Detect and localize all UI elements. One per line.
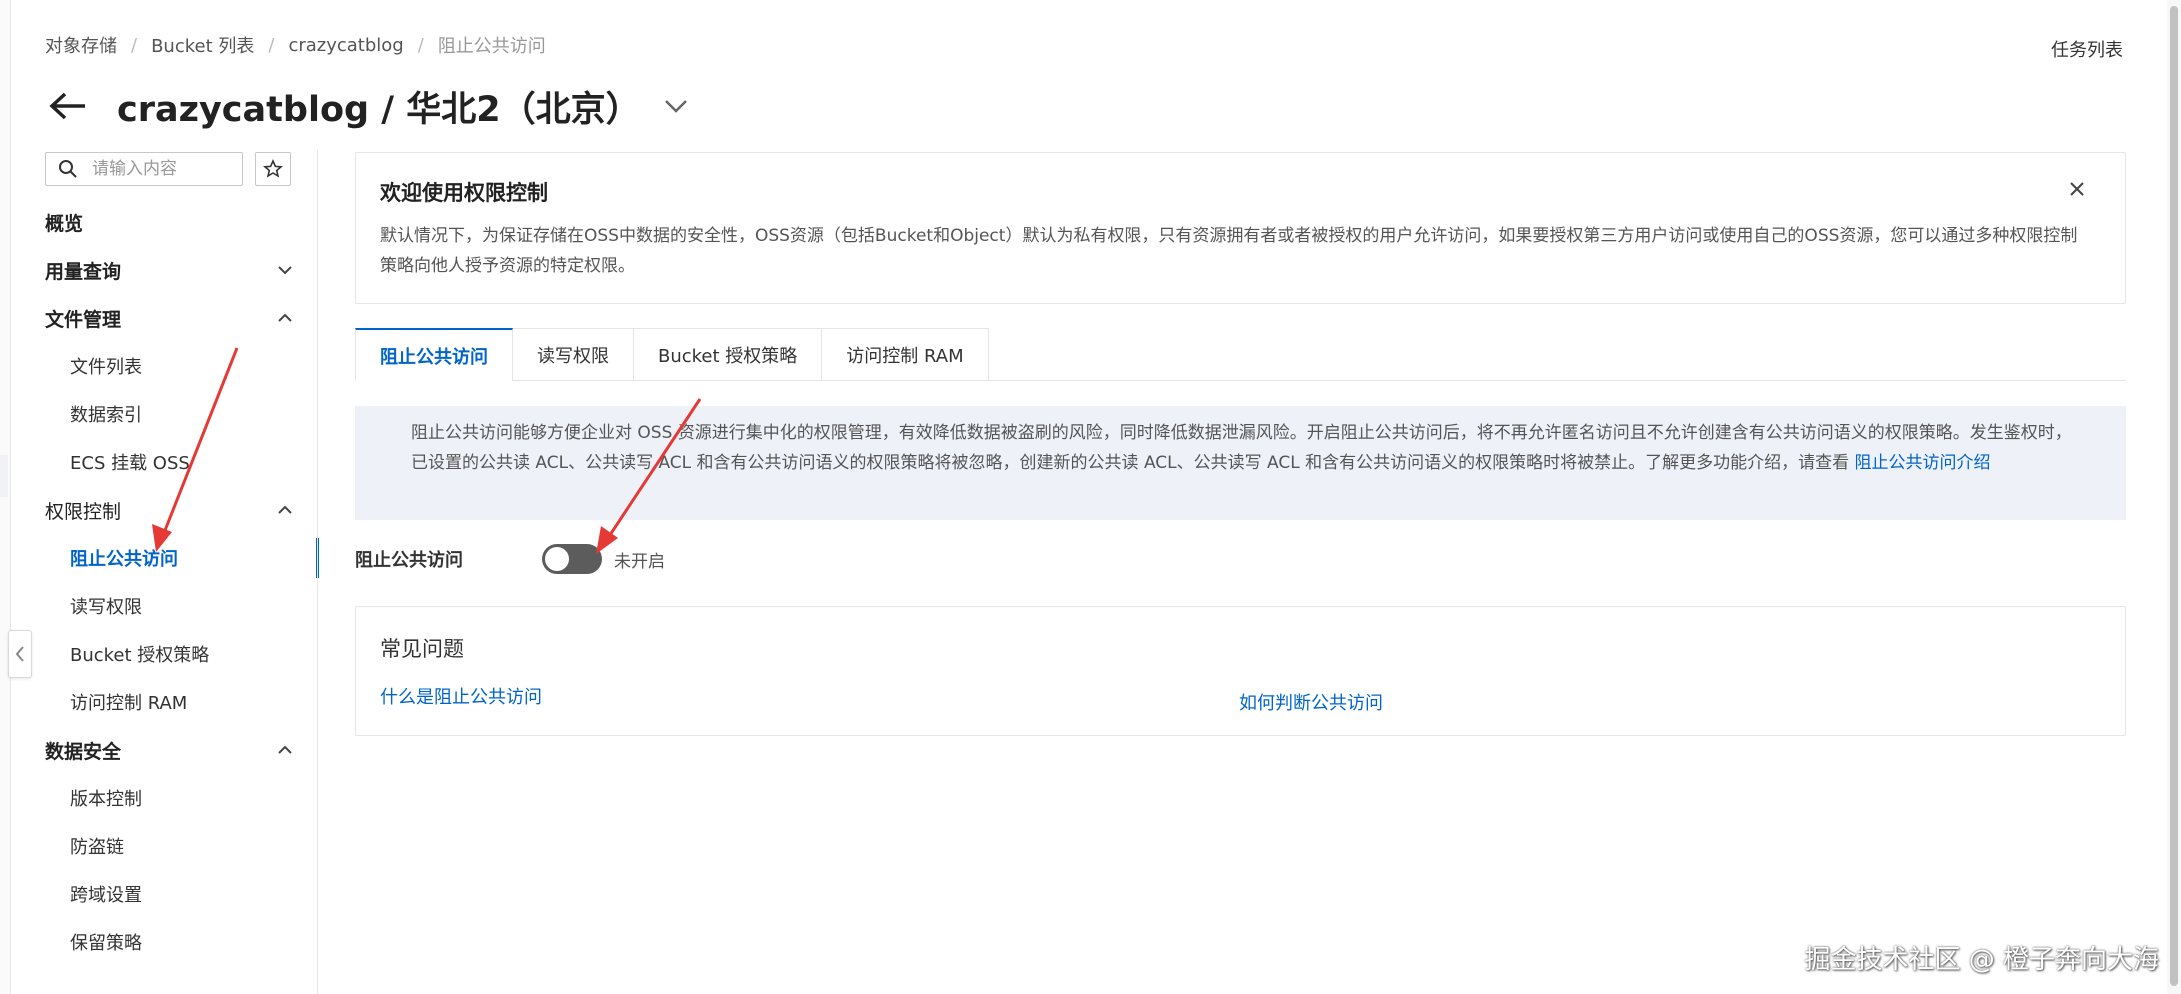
title-row: crazycatblog / 华北2（北京） xyxy=(48,78,689,134)
info-notice: 阻止公共访问能够方便企业对 OSS 资源进行集中化的权限管理，有效降低数据被盗刷… xyxy=(355,406,2126,520)
chevron-up-icon xyxy=(278,313,292,322)
sidebar-group-label: 用量查询 xyxy=(45,260,122,283)
tab-bar: 阻止公共访问 读写权限 Bucket 授权策略 访问控制 RAM xyxy=(355,328,2126,381)
breadcrumb-item[interactable]: crazycatblog xyxy=(288,35,403,56)
tab-ram[interactable]: 访问控制 RAM xyxy=(821,328,989,380)
main-content: 欢迎使用权限控制 默认情况下，为保证存储在OSS中数据的安全性，OSS资源（包括… xyxy=(355,152,2126,736)
sidebar-item-label: 数据索引 xyxy=(70,405,142,426)
sidebar-item-label: 读写权限 xyxy=(70,597,142,618)
faq-link[interactable]: 如何判断公共访问 xyxy=(1239,689,1383,715)
toggle-knob xyxy=(545,547,569,571)
sidebar-item-data-index[interactable]: 数据索引 xyxy=(45,390,295,438)
block-public-access-toggle[interactable] xyxy=(542,544,602,574)
sidebar-group-data-security[interactable]: 数据安全 xyxy=(45,726,295,774)
sidebar-nav: 概览 用量查询 文件管理 文件列表 数据索引 ECS 挂载 OSS 权限控制 阻… xyxy=(45,198,319,966)
breadcrumb-separator: / xyxy=(131,34,138,56)
back-button[interactable] xyxy=(48,84,92,128)
chevron-up-icon xyxy=(278,745,292,754)
close-welcome-button[interactable] xyxy=(2069,181,2085,201)
welcome-description: 默认情况下，为保证存储在OSS中数据的安全性，OSS资源（包括Bucket和Ob… xyxy=(380,226,2078,276)
breadcrumb-separator: / xyxy=(417,34,424,56)
sidebar-item-block-public-access[interactable]: 阻止公共访问 xyxy=(45,534,319,582)
left-edge-bar xyxy=(0,0,11,994)
faq-title: 常见问题 xyxy=(380,637,464,661)
breadcrumb: 对象存储 / Bucket 列表 / crazycatblog / 阻止公共访问 xyxy=(45,32,546,58)
sidebar-item-ram[interactable]: 访问控制 RAM xyxy=(45,678,295,726)
sidebar-divider xyxy=(317,150,318,994)
sidebar-item-file-list[interactable]: 文件列表 xyxy=(45,342,295,390)
sidebar-item-cors[interactable]: 跨域设置 xyxy=(45,870,295,918)
sidebar-item-hotlink-protection[interactable]: 防盗链 xyxy=(45,822,295,870)
sidebar-group-file-management[interactable]: 文件管理 xyxy=(45,294,295,342)
favorite-button[interactable] xyxy=(255,152,291,186)
page-scrollbar[interactable] xyxy=(2167,0,2181,994)
sidebar-item-label: 访问控制 RAM xyxy=(70,693,188,714)
chevron-down-icon xyxy=(278,266,292,275)
sidebar-item-ecs-mount[interactable]: ECS 挂载 OSS xyxy=(45,438,295,486)
sidebar-item-label: 概览 xyxy=(45,212,84,235)
tab-bucket-policy[interactable]: Bucket 授权策略 xyxy=(633,328,823,380)
breadcrumb-item[interactable]: Bucket 列表 xyxy=(151,32,254,58)
task-list-link[interactable]: 任务列表 xyxy=(2051,36,2123,62)
notice-link[interactable]: 阻止公共访问介绍 xyxy=(1855,453,1991,473)
bucket-switcher-dropdown[interactable] xyxy=(663,98,689,114)
sidebar-item-label: 阻止公共访问 xyxy=(70,549,178,570)
chevron-left-icon xyxy=(15,646,24,662)
close-icon xyxy=(2070,182,2084,196)
sidebar-item-versioning[interactable]: 版本控制 xyxy=(45,774,295,822)
notice-text: 阻止公共访问能够方便企业对 OSS 资源进行集中化的权限管理，有效降低数据被盗刷… xyxy=(411,423,2072,473)
sidebar-group-label: 文件管理 xyxy=(45,308,122,331)
toggle-status: 未开启 xyxy=(614,551,665,572)
star-icon xyxy=(263,159,283,178)
left-edge-marker xyxy=(0,455,8,497)
breadcrumb-item[interactable]: 对象存储 xyxy=(45,32,117,58)
sidebar-item-retention-policy[interactable]: 保留策略 xyxy=(45,918,295,966)
sidebar-group-usage[interactable]: 用量查询 xyxy=(45,246,295,294)
sidebar-group-access-control[interactable]: 权限控制 xyxy=(45,486,295,534)
chevron-up-icon xyxy=(278,505,292,514)
breadcrumb-separator: / xyxy=(268,34,275,56)
chevron-down-icon xyxy=(664,100,687,113)
arrow-left-icon xyxy=(49,92,85,120)
tab-block-public-access[interactable]: 阻止公共访问 xyxy=(355,328,513,381)
scrollbar-thumb[interactable] xyxy=(2170,6,2178,986)
sidebar-search-row xyxy=(45,150,295,188)
collapse-sidebar-button[interactable] xyxy=(8,630,32,678)
sidebar-search-box[interactable] xyxy=(45,152,243,186)
welcome-title: 欢迎使用权限控制 xyxy=(380,181,548,205)
sidebar-item-overview[interactable]: 概览 xyxy=(45,198,295,246)
sidebar-item-read-write-acl[interactable]: 读写权限 xyxy=(45,582,295,630)
sidebar-search-input[interactable] xyxy=(90,158,234,180)
toggle-label: 阻止公共访问 xyxy=(355,550,463,571)
sidebar-group-label: 数据安全 xyxy=(45,740,122,763)
sidebar-group-label: 权限控制 xyxy=(45,500,122,523)
sidebar-item-label: Bucket 授权策略 xyxy=(70,645,210,666)
tab-read-write-acl[interactable]: 读写权限 xyxy=(512,328,634,380)
sidebar-item-label: 防盗链 xyxy=(70,837,124,858)
sidebar-item-label: 版本控制 xyxy=(70,789,142,810)
breadcrumb-current: 阻止公共访问 xyxy=(437,36,546,57)
watermark: 掘金技术社区 @ 橙子奔向大海 xyxy=(1804,945,2159,975)
faq-link[interactable]: 什么是阻止公共访问 xyxy=(380,683,542,709)
faq-links: 什么是阻止公共访问 如何判断公共访问 xyxy=(380,683,2101,714)
block-public-access-setting: 阻止公共访问 未开启 xyxy=(355,538,2126,580)
faq-panel: 常见问题 什么是阻止公共访问 如何判断公共访问 xyxy=(355,606,2126,736)
page-title: crazycatblog / 华北2（北京） xyxy=(117,89,641,130)
search-icon xyxy=(59,160,77,178)
sidebar-item-bucket-policy[interactable]: Bucket 授权策略 xyxy=(45,630,295,678)
welcome-panel: 欢迎使用权限控制 默认情况下，为保证存储在OSS中数据的安全性，OSS资源（包括… xyxy=(355,152,2126,304)
page: 对象存储 / Bucket 列表 / crazycatblog / 阻止公共访问… xyxy=(0,0,2181,994)
sidebar-item-label: ECS 挂载 OSS xyxy=(70,453,190,474)
sidebar-item-label: 文件列表 xyxy=(70,357,142,378)
sidebar-item-label: 跨域设置 xyxy=(70,885,142,906)
sidebar-item-label: 保留策略 xyxy=(70,933,142,954)
sidebar: 概览 用量查询 文件管理 文件列表 数据索引 ECS 挂载 OS xyxy=(45,150,319,966)
